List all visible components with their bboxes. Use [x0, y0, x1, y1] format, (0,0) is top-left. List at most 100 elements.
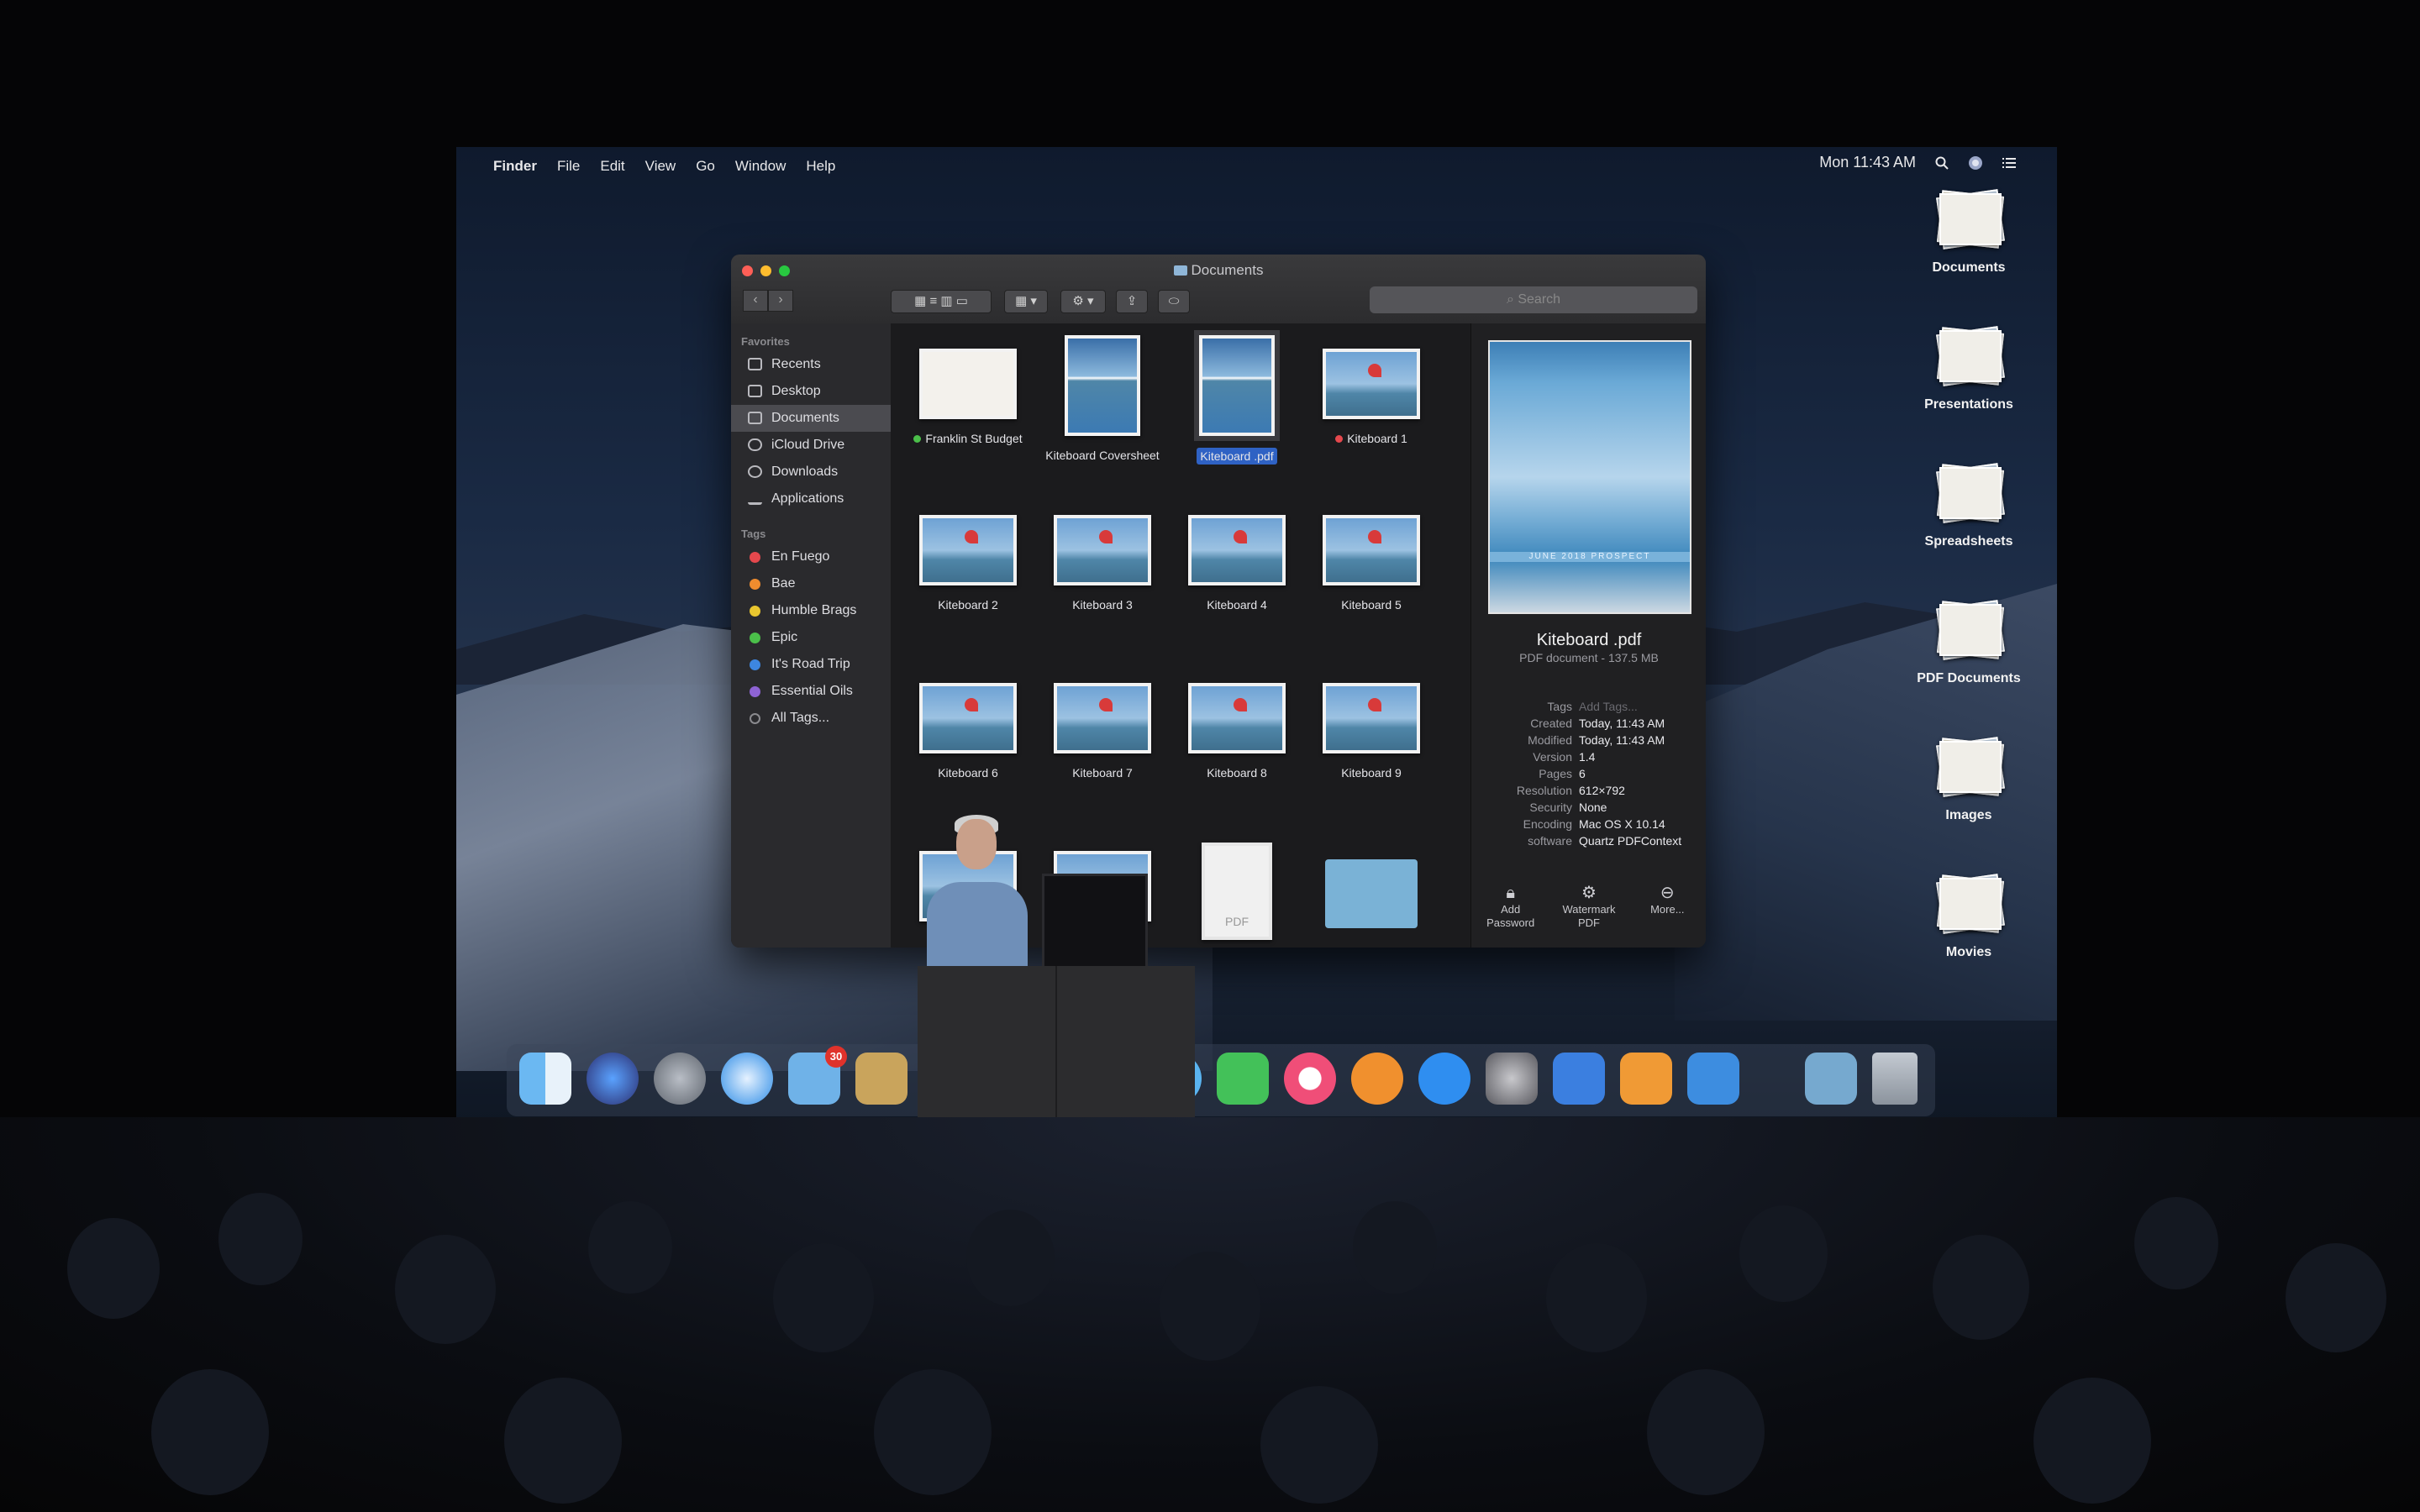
menu-go[interactable]: Go	[696, 158, 715, 175]
file-item-kiteboard-7[interactable]: Kiteboard 7	[1035, 683, 1170, 780]
itunes-icon[interactable]	[1284, 1053, 1336, 1105]
add-password-button[interactable]: 🔒︎ Add Password	[1477, 885, 1544, 930]
pages-icon[interactable]	[1620, 1053, 1672, 1105]
sidebar-tag-road-trip[interactable]: It's Road Trip	[731, 651, 891, 678]
sidebar-item-downloads[interactable]: Downloads	[731, 459, 891, 486]
tag-color-dot-icon	[750, 552, 760, 563]
search-icon[interactable]	[1934, 155, 1949, 171]
metadata-key: software	[1528, 834, 1572, 848]
desktop-stack-spreadsheets[interactable]: Spreadsheets	[1906, 459, 2032, 549]
quick-actions: 🔒︎ Add Password ⚙ Watermark PDF ⊖ More...	[1471, 885, 1706, 930]
metadata-value: None	[1579, 801, 1607, 814]
sidebar-tag-essential-oils[interactable]: Essential Oils	[731, 678, 891, 705]
audience-head	[874, 1369, 992, 1495]
siri-icon[interactable]	[1968, 155, 1983, 171]
edit-tags-button[interactable]: ⬭	[1158, 290, 1190, 313]
kite-icon	[1367, 363, 1381, 377]
more-actions-button[interactable]: ⊖ More...	[1634, 885, 1701, 930]
metadata-value: 6	[1579, 767, 1586, 780]
finder-icon[interactable]	[519, 1053, 571, 1105]
menu-window[interactable]: Window	[735, 158, 786, 175]
mail-icon[interactable]: 30	[788, 1046, 847, 1105]
audience-head	[1353, 1201, 1437, 1294]
desktop-stack-presentations[interactable]: Presentations	[1906, 322, 2032, 412]
sidebar-item-recents[interactable]: Recents	[731, 351, 891, 378]
facetime-icon[interactable]	[1217, 1053, 1269, 1105]
sidebar-tag-humble-brags[interactable]: Humble Brags	[731, 597, 891, 624]
trash-icon[interactable]	[1872, 1053, 1918, 1105]
metadata-key: Version	[1533, 750, 1572, 764]
forward-button[interactable]: ›	[768, 290, 793, 312]
file-item-kiteboard-8[interactable]: Kiteboard 8	[1170, 683, 1304, 780]
file-name: Franklin St Budget	[901, 431, 1035, 446]
cloud-icon	[748, 438, 762, 451]
launchpad-icon[interactable]	[654, 1053, 706, 1105]
downloads-folder-icon[interactable]	[1805, 1053, 1857, 1105]
keynote-icon[interactable]	[1553, 1053, 1605, 1105]
metadata-key: Tags	[1547, 700, 1572, 713]
metadata-row: Security None	[1471, 799, 1706, 816]
file-item-kiteboard-6[interactable]: Kiteboard 6	[901, 683, 1035, 780]
file-thumbnail	[919, 683, 1017, 753]
notes-icon[interactable]	[855, 1053, 908, 1105]
file-item-kiteboard-4[interactable]: Kiteboard 4	[1170, 515, 1304, 612]
menu-view[interactable]: View	[645, 158, 676, 175]
file-item-folder[interactable]	[1304, 859, 1439, 928]
menu-edit[interactable]: Edit	[600, 158, 624, 175]
metadata-table: Tags Add Tags... Created Today, 11:43 AM M…	[1471, 698, 1706, 849]
desktop-stack-documents[interactable]: Documents	[1906, 185, 2032, 276]
file-item-kiteboard-2[interactable]: Kiteboard 2	[901, 515, 1035, 612]
sidebar-tag-epic[interactable]: Epic	[731, 624, 891, 651]
menu-help[interactable]: Help	[806, 158, 835, 175]
sidebar-item-icloud-drive[interactable]: iCloud Drive	[731, 432, 891, 459]
file-item-kiteboard-5[interactable]: Kiteboard 5	[1304, 515, 1439, 612]
search-field[interactable]: ⌕ Search	[1370, 286, 1697, 313]
view-mode-switcher[interactable]: ▦ ≡ ▥ ▭	[891, 290, 992, 313]
add-tags-field[interactable]: Add Tags...	[1579, 698, 1638, 715]
stack-thumbnail	[1934, 322, 2005, 389]
file-item-kiteboard-coversheet[interactable]: Kiteboard Coversheet	[1035, 335, 1170, 463]
sidebar-tag-bae[interactable]: Bae	[731, 570, 891, 597]
metadata-value: 1.4	[1579, 750, 1596, 764]
file-item-pdf-document[interactable]: PDF	[1170, 843, 1304, 940]
desktop-stack-images[interactable]: Images	[1906, 732, 2032, 823]
menu-bar: Finder File Edit View Go Window Help Mon…	[456, 147, 2057, 186]
ibooks-icon[interactable]	[1351, 1053, 1403, 1105]
menu-file[interactable]: File	[557, 158, 580, 175]
app-menu-finder[interactable]: Finder	[493, 158, 537, 175]
file-item-kiteboard-pdf[interactable]: Kiteboard .pdf	[1170, 330, 1304, 465]
desktop-stack-movies[interactable]: Movies	[1906, 869, 2032, 960]
siri-icon[interactable]	[587, 1053, 639, 1105]
column-view-icon[interactable]: ▥	[940, 294, 952, 308]
file-name-selected: Kiteboard .pdf	[1197, 448, 1277, 465]
sidebar-item-applications[interactable]: Applications	[731, 486, 891, 512]
projected-screen: Finder File Edit View Go Window Help Mon…	[456, 147, 2057, 1121]
list-view-icon[interactable]: ≡	[929, 294, 937, 308]
sidebar-item-documents[interactable]: Documents	[731, 405, 891, 432]
back-button[interactable]: ‹	[743, 290, 768, 312]
sidebar-tag-en-fuego[interactable]: En Fuego	[731, 543, 891, 570]
metadata-value: 612×792	[1579, 784, 1625, 797]
gallery-view-icon[interactable]: ▭	[956, 294, 968, 308]
xcode-icon[interactable]	[1687, 1053, 1739, 1105]
app-store-icon[interactable]	[1418, 1053, 1470, 1105]
menu-bar-clock[interactable]: Mon 11:43 AM	[1819, 154, 1916, 171]
menu-list-icon[interactable]	[2002, 155, 2017, 171]
share-button[interactable]: ⇪	[1116, 290, 1148, 313]
safari-icon[interactable]	[721, 1053, 773, 1105]
file-item-kiteboard-1[interactable]: Kiteboard 1	[1304, 349, 1439, 446]
file-item-kiteboard-3[interactable]: Kiteboard 3	[1035, 515, 1170, 612]
sidebar-item-desktop[interactable]: Desktop	[731, 378, 891, 405]
file-item-franklin-st-budget[interactable]: Franklin St Budget	[901, 349, 1035, 446]
tag-color-dot-icon	[750, 606, 760, 617]
file-item-kiteboard-9[interactable]: Kiteboard 9	[1304, 683, 1439, 780]
icon-view-icon[interactable]: ▦	[914, 294, 926, 308]
group-by-button[interactable]: ▦ ▾	[1004, 290, 1048, 313]
system-preferences-icon[interactable]	[1486, 1053, 1538, 1105]
action-gear-button[interactable]: ⚙ ▾	[1060, 290, 1106, 313]
sidebar-tag-all-tags[interactable]: All Tags...	[731, 705, 891, 732]
preview-title: Kiteboard .pdf	[1536, 631, 1642, 649]
desktop-stack-pdf-documents[interactable]: PDF Documents	[1906, 596, 2032, 686]
action-label: Add Password	[1486, 903, 1535, 929]
watermark-pdf-button[interactable]: ⚙ Watermark PDF	[1555, 885, 1623, 930]
